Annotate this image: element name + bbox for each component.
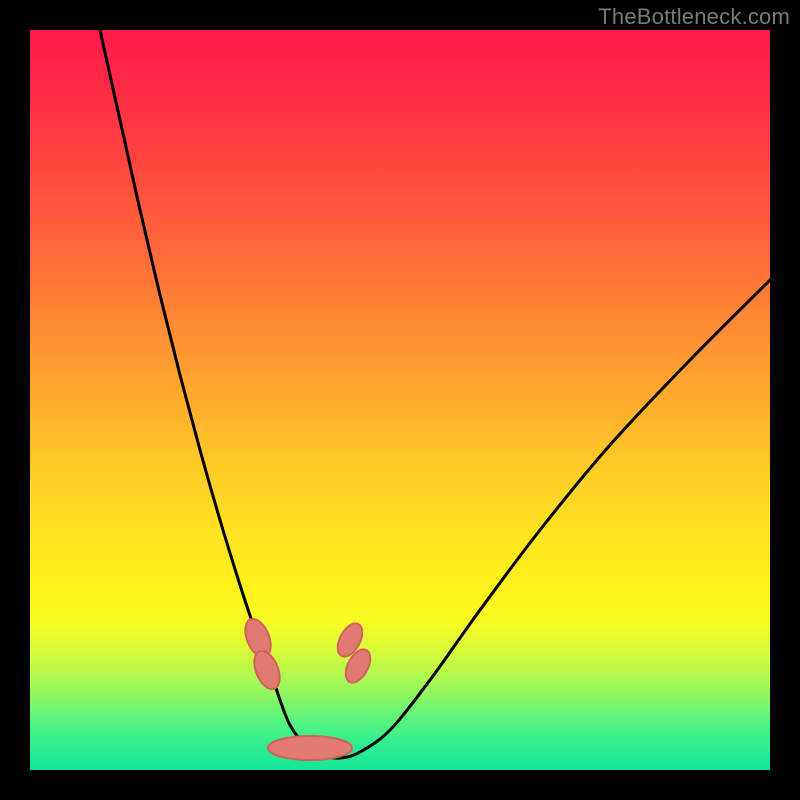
- curve-markers-group: [240, 615, 375, 760]
- left-lower-marker: [249, 647, 284, 692]
- chart-frame: TheBottleneck.com: [0, 0, 800, 800]
- bottom-band-marker: [268, 736, 352, 760]
- plot-area: [30, 30, 770, 770]
- bottleneck-curve-svg: [30, 30, 770, 770]
- bottleneck-curve-path: [100, 30, 770, 758]
- watermark-text: TheBottleneck.com: [598, 4, 790, 30]
